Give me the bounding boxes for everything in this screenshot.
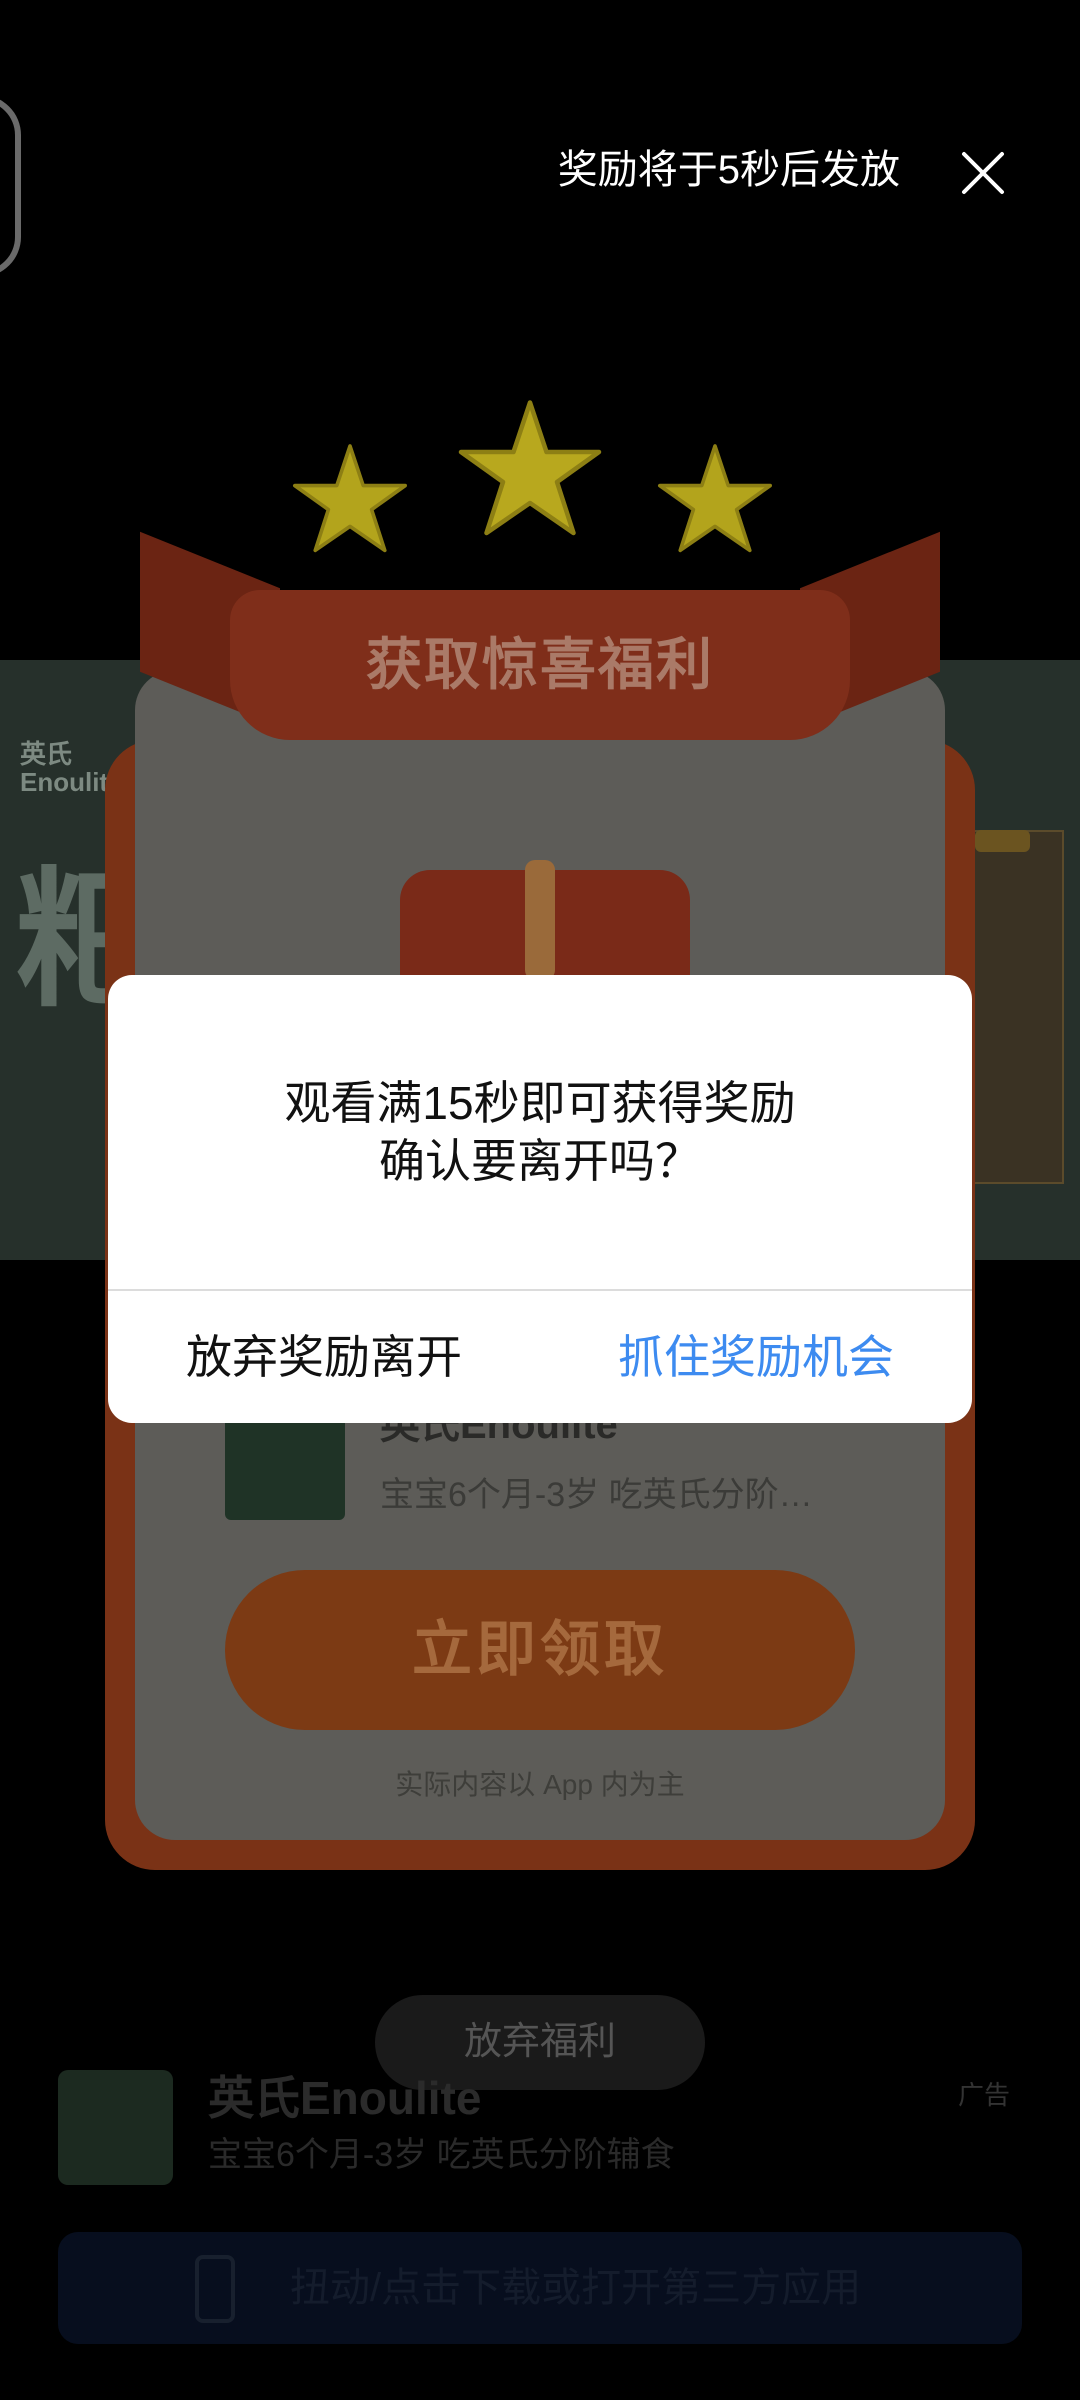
app-name: 英氏Enoulite: [208, 2072, 482, 2124]
gift-ribbon: [525, 860, 555, 980]
ad-label: 广告: [957, 2080, 1010, 2110]
app-logo: [58, 2070, 173, 2185]
close-icon[interactable]: [950, 140, 1016, 206]
stay-button[interactable]: 抓住奖励机会: [540, 1291, 972, 1423]
dialog-message-line2: 确认要离开吗？: [379, 1135, 701, 1187]
star-icon-right: [658, 444, 772, 553]
product-thumbnail: [225, 1410, 345, 1520]
star-icon-left: [293, 444, 407, 553]
ad-big-character: 粑: [15, 856, 166, 1024]
disclaimer-text: 实际内容以 App 内为主: [395, 1769, 685, 1800]
claim-now-button[interactable]: 立即领取: [225, 1570, 855, 1730]
leave-button[interactable]: 放弃奖励离开: [108, 1291, 540, 1423]
reward-countdown-text: 奖励将于5秒后发放: [557, 148, 900, 192]
reward-card-title: 获取惊喜福利: [366, 633, 714, 696]
leave-confirm-dialog: 观看满15秒即可获得奖励 确认要离开吗？ 放弃奖励离开 抓住奖励机会: [108, 975, 972, 1423]
product-description: 宝宝6个月-3岁 吃英氏分阶…: [380, 1476, 813, 1514]
phone-icon: [195, 2255, 235, 2323]
app-description: 宝宝6个月-3岁 吃英氏分阶辅食: [208, 2136, 675, 2174]
ad-product-tag: [975, 830, 1030, 852]
download-cta-text: 扭动/点击下载或打开第三方应用: [290, 2266, 862, 2310]
ad-product-image: [960, 830, 1064, 1184]
edge-decoration: [0, 95, 21, 277]
star-icon-center: [458, 400, 602, 536]
dialog-message-line1: 观看满15秒即可获得奖励: [284, 1077, 796, 1129]
